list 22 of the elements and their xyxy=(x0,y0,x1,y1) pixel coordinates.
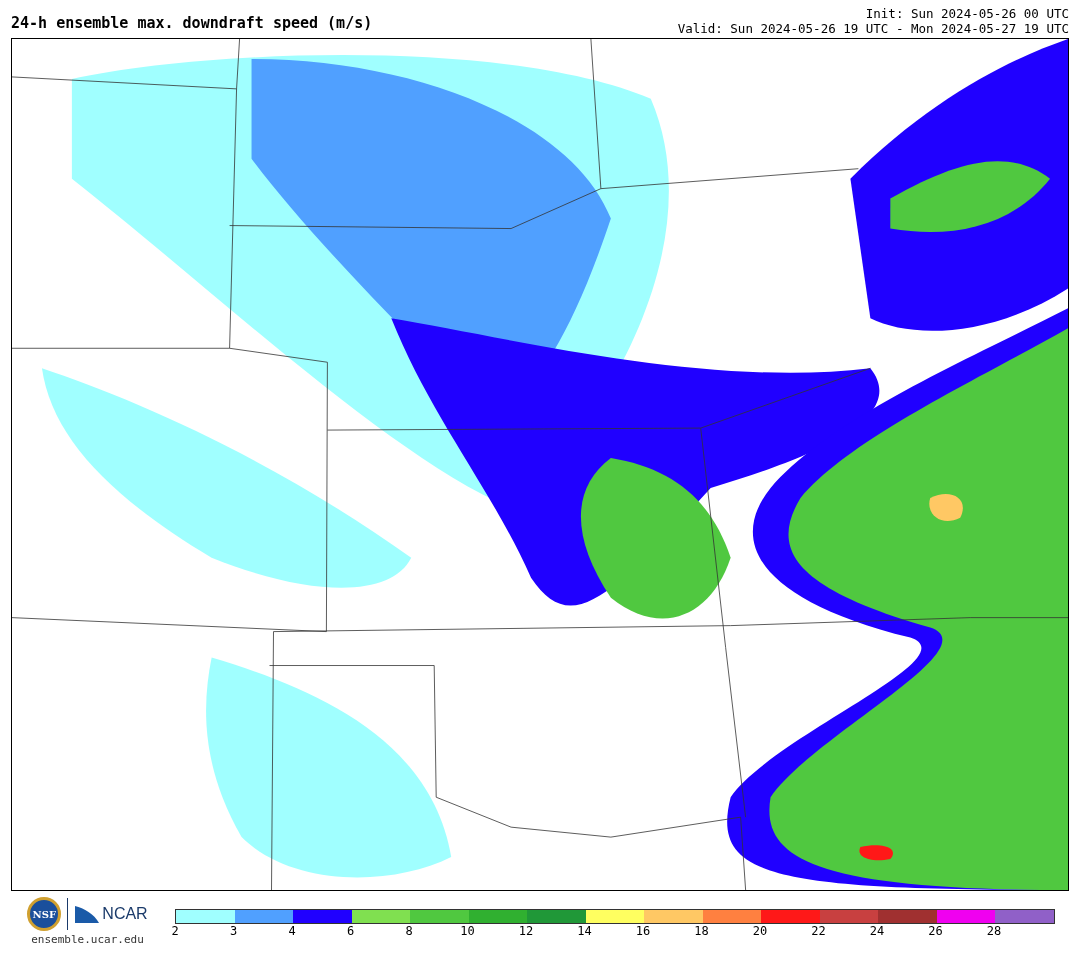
nsf-logo: NSF xyxy=(27,897,62,931)
website-url: ensemble.ucar.edu xyxy=(31,933,144,946)
scale-label: 14 xyxy=(576,924,593,940)
init-time: Init: Sun 2024-05-26 00 UTC xyxy=(865,6,1069,21)
scale-label: 26 xyxy=(927,924,944,940)
chart-title: 24-h ensemble max. downdraft speed (m/s) xyxy=(11,14,373,34)
scale-label: 4 xyxy=(287,924,297,940)
scale-label: 3 xyxy=(228,924,239,940)
scale-label: 24 xyxy=(868,924,886,940)
scale-label: 8 xyxy=(404,924,414,940)
swoosh-icon xyxy=(74,904,101,924)
scale-label: 28 xyxy=(985,924,1003,940)
scale-label: 16 xyxy=(634,924,652,940)
scale-label: 6 xyxy=(345,924,356,940)
valid-time: Valid: Sun 2024-05-26 19 UTC - Mon 2024-05-27 19 UTC xyxy=(677,21,1069,36)
scale-label: 10 xyxy=(459,924,476,940)
scale-label: 12 xyxy=(517,924,535,940)
scale-label: 18 xyxy=(693,924,710,940)
ncar-logo: NCAR xyxy=(102,905,148,923)
scale-label: 22 xyxy=(810,924,827,940)
scale-label: 20 xyxy=(751,924,769,940)
scale-label: 2 xyxy=(170,924,180,940)
